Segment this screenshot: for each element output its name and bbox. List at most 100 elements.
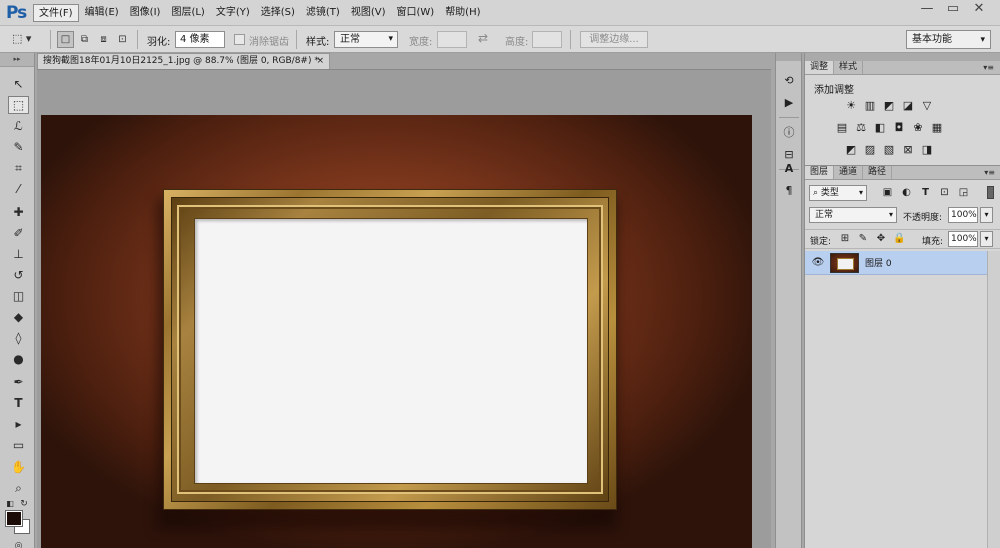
- lock-all-icon[interactable]: 🔒: [893, 233, 905, 245]
- invert-icon[interactable]: ◩: [843, 143, 859, 157]
- tab-adjustments[interactable]: 调整: [805, 61, 835, 74]
- menu-type[interactable]: 文字(Y): [211, 4, 255, 22]
- actions-panel-icon[interactable]: ▶: [781, 95, 797, 111]
- add-to-selection-icon[interactable]: ⧉: [76, 31, 93, 48]
- filter-type-icon[interactable]: T: [919, 186, 932, 199]
- lock-position-icon[interactable]: ✥: [875, 233, 887, 245]
- tool-preset-picker[interactable]: ⬚ ▾: [12, 31, 48, 48]
- brightness-contrast-icon[interactable]: ☀: [843, 99, 859, 113]
- lock-transparent-icon[interactable]: ⊞: [839, 233, 851, 245]
- menu-window[interactable]: 窗口(W): [391, 4, 439, 22]
- filter-pixel-icon[interactable]: ▣: [881, 186, 894, 199]
- levels-icon[interactable]: ▥: [862, 99, 878, 113]
- opacity-input[interactable]: 100%: [948, 207, 978, 223]
- panel-dock-grip[interactable]: [805, 53, 1000, 61]
- gradient-map-icon[interactable]: ◨: [919, 143, 935, 157]
- blend-mode-select[interactable]: 正常: [809, 207, 897, 223]
- opacity-dropdown-icon[interactable]: ▾: [980, 207, 993, 223]
- info-panel-icon[interactable]: ⓘ: [781, 125, 797, 141]
- height-field[interactable]: [532, 31, 562, 48]
- lasso-tool-icon[interactable]: ℒ: [8, 117, 29, 135]
- menu-filter[interactable]: 滤镜(T): [301, 4, 345, 22]
- tab-styles[interactable]: 样式: [834, 61, 864, 74]
- style-select[interactable]: 正常: [334, 31, 398, 48]
- menu-edit[interactable]: 编辑(E): [80, 4, 124, 22]
- tab-paths[interactable]: 路径: [863, 166, 893, 179]
- menu-file[interactable]: 文件(F): [33, 4, 79, 22]
- workspace-select[interactable]: 基本功能: [906, 30, 991, 49]
- eyedropper-tool-icon[interactable]: ⁄: [8, 180, 29, 198]
- paint-bucket-tool-icon[interactable]: ◆: [8, 308, 29, 326]
- channel-mixer-icon[interactable]: ❀: [910, 121, 926, 135]
- menu-layer[interactable]: 图层(L): [166, 4, 209, 22]
- filter-smart-object-icon[interactable]: ◲: [957, 186, 970, 199]
- new-selection-icon[interactable]: □: [57, 31, 74, 48]
- history-panel-icon[interactable]: ⟲: [781, 73, 797, 89]
- restore-button[interactable]: ▭: [940, 1, 966, 19]
- blur-tool-icon[interactable]: ◊: [8, 329, 29, 347]
- move-tool-icon[interactable]: ↖: [8, 75, 29, 93]
- subtract-selection-icon[interactable]: ⧈: [95, 31, 112, 48]
- character-panel-icon[interactable]: A: [781, 161, 797, 177]
- strip-grip[interactable]: [776, 53, 801, 61]
- vibrance-icon[interactable]: ▽: [919, 99, 935, 113]
- antialias-checkbox[interactable]: [234, 34, 245, 45]
- menu-image[interactable]: 图像(I): [125, 4, 166, 22]
- crop-tool-icon[interactable]: ⌗: [8, 159, 29, 177]
- intersect-selection-icon[interactable]: ⊡: [114, 31, 131, 48]
- hand-tool-icon[interactable]: ✋: [8, 458, 29, 476]
- threshold-icon[interactable]: ▧: [881, 143, 897, 157]
- selective-color-icon[interactable]: ⊠: [900, 143, 916, 157]
- color-lookup-icon[interactable]: ▦: [929, 121, 945, 135]
- clone-stamp-tool-icon[interactable]: ⊥: [8, 245, 29, 263]
- fill-dropdown-icon[interactable]: ▾: [980, 231, 993, 247]
- tab-layers[interactable]: 图层: [805, 166, 835, 179]
- posterize-icon[interactable]: ▨: [862, 143, 878, 157]
- filter-adjustment-icon[interactable]: ◐: [900, 186, 913, 199]
- close-document-icon[interactable]: ×: [316, 54, 324, 68]
- quick-select-tool-icon[interactable]: ✎: [8, 138, 29, 156]
- rectangle-tool-icon[interactable]: ▭: [8, 436, 29, 454]
- pen-tool-icon[interactable]: ✒: [8, 373, 29, 391]
- feather-input[interactable]: 4 像素: [175, 31, 225, 48]
- layer-thumbnail[interactable]: [830, 253, 859, 273]
- quick-mask-icon[interactable]: ◎: [8, 537, 29, 548]
- exposure-icon[interactable]: ◪: [900, 99, 916, 113]
- type-tool-icon[interactable]: T: [8, 394, 29, 412]
- filter-shape-icon[interactable]: ⊡: [938, 186, 951, 199]
- dodge-tool-icon[interactable]: ●: [8, 350, 29, 368]
- filter-toggle-switch[interactable]: [987, 186, 994, 199]
- foreground-color-swatch[interactable]: [5, 510, 23, 527]
- minimize-button[interactable]: —: [914, 1, 940, 19]
- swap-dimensions-icon[interactable]: ⇄: [478, 31, 488, 45]
- layer-name[interactable]: 图层 0: [865, 256, 892, 269]
- eraser-tool-icon[interactable]: ◫: [8, 287, 29, 305]
- document-workspace[interactable]: [37, 69, 771, 548]
- menu-view[interactable]: 视图(V): [346, 4, 391, 22]
- tools-panel-grip-icon[interactable]: ▸▸: [0, 53, 34, 67]
- refine-edge-button[interactable]: 调整边缘...: [580, 31, 648, 48]
- layer-row[interactable]: 👁 图层 0: [805, 251, 987, 275]
- black-white-icon[interactable]: ◧: [872, 121, 888, 135]
- layers-scrollbar[interactable]: [987, 251, 1000, 548]
- rect-marquee-tool-icon[interactable]: ⬚: [8, 96, 29, 114]
- history-brush-tool-icon[interactable]: ↺: [8, 266, 29, 284]
- eye-icon[interactable]: 👁: [811, 256, 825, 270]
- curves-icon[interactable]: ◩: [881, 99, 897, 113]
- close-button[interactable]: ✕: [966, 1, 992, 19]
- tab-channels[interactable]: 通道: [834, 166, 864, 179]
- layers-panel-menu-icon[interactable]: ▾≡: [984, 166, 995, 179]
- fill-input[interactable]: 100%: [948, 231, 978, 247]
- document-tab[interactable]: 搜狗截图18年01月10日2125_1.jpg @ 88.7% (图层 0, R…: [37, 53, 330, 69]
- menu-help[interactable]: 帮助(H): [440, 4, 485, 22]
- image-canvas[interactable]: [41, 115, 752, 548]
- path-selection-tool-icon[interactable]: ▸: [8, 415, 29, 433]
- hue-saturation-icon[interactable]: ▤: [834, 121, 850, 135]
- paragraph-panel-icon[interactable]: ¶: [781, 183, 797, 199]
- photo-filter-icon[interactable]: ◘: [891, 121, 907, 135]
- width-field[interactable]: [437, 31, 467, 48]
- color-balance-icon[interactable]: ⚖: [853, 121, 869, 135]
- healing-brush-tool-icon[interactable]: ✚: [8, 203, 29, 221]
- layer-filter-kind-select[interactable]: ⌕ 类型: [809, 185, 867, 201]
- lock-image-icon[interactable]: ✎: [857, 233, 869, 245]
